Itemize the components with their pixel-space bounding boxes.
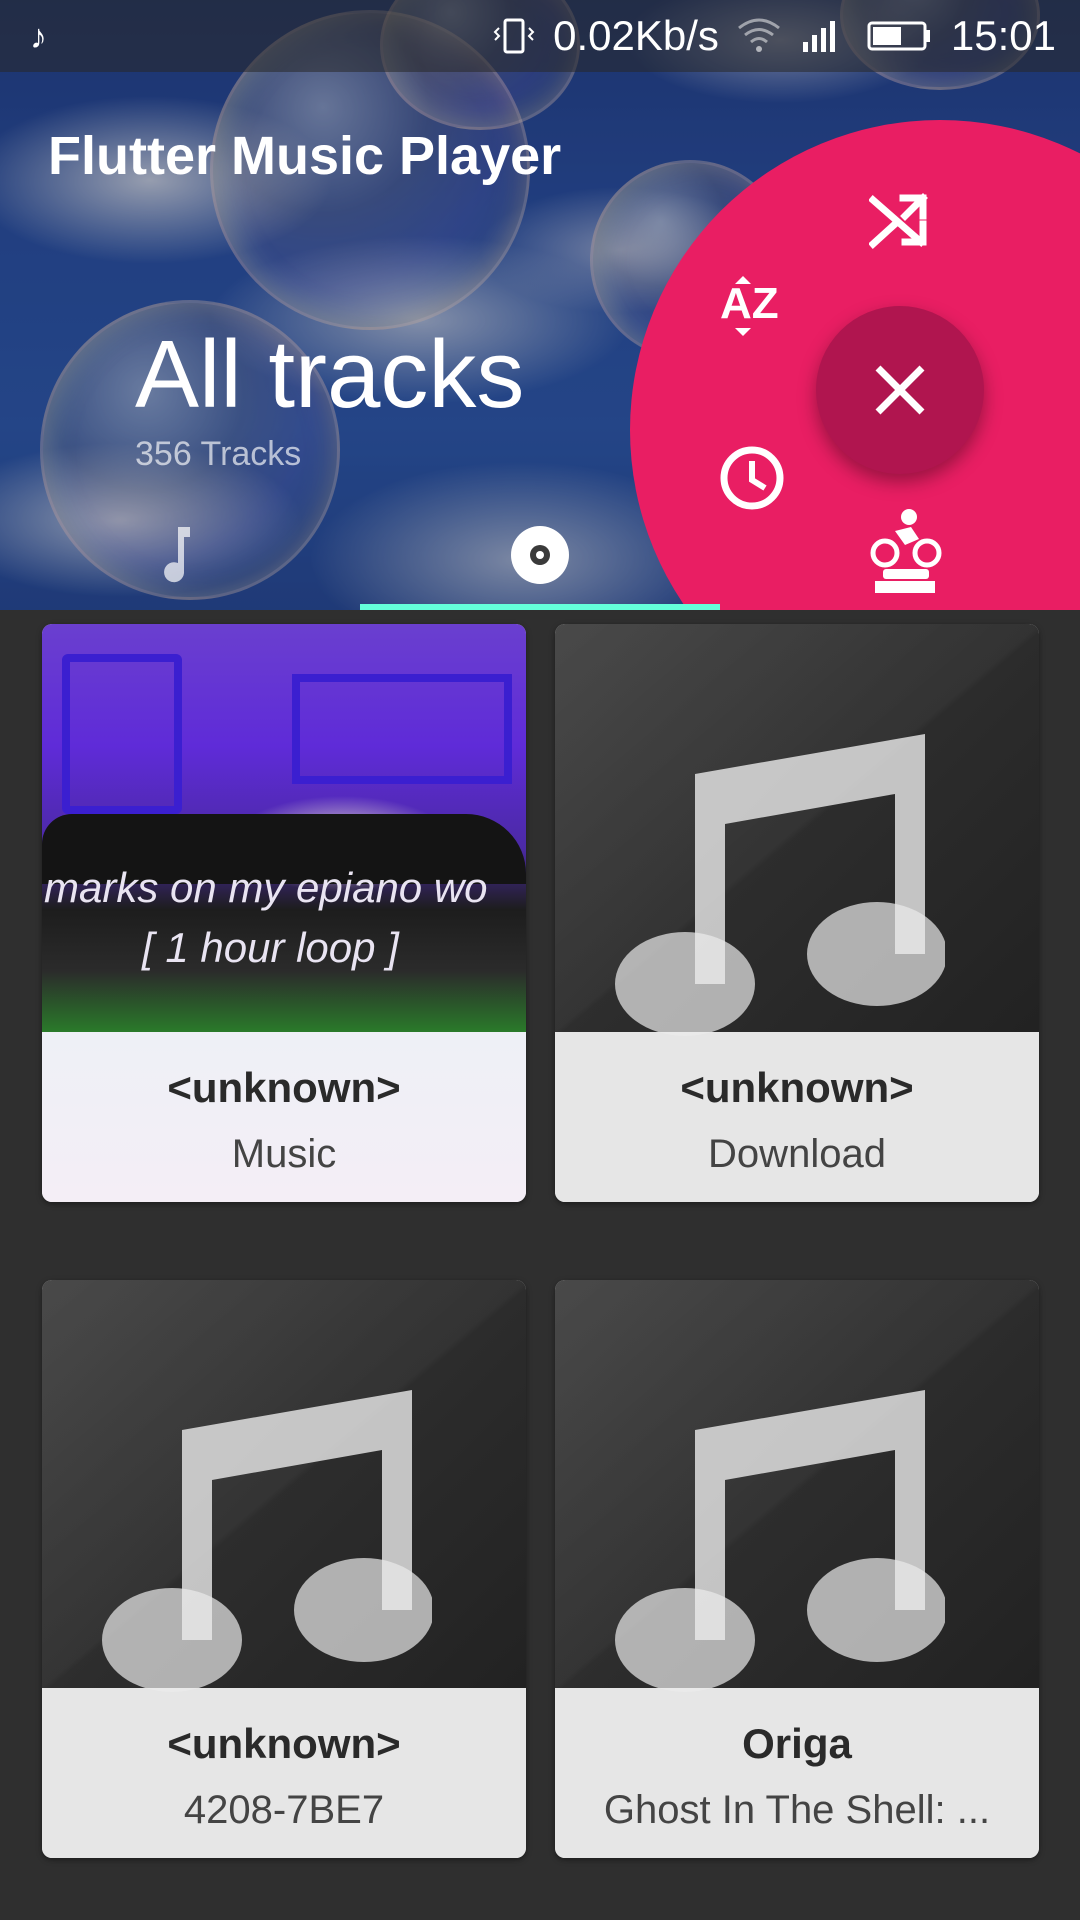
close-fab-button[interactable] (816, 306, 984, 474)
music-note-icon (102, 1390, 432, 1692)
screen: { "status_bar": { "notification_icon": "… (0, 0, 1080, 1920)
album-info: <unknown> Download (555, 1032, 1039, 1202)
art-desk-shape (292, 674, 512, 784)
album-card[interactable]: Origa Ghost In The Shell: ... (555, 1280, 1039, 1858)
album-title: <unknown> (680, 1064, 914, 1111)
album-art: marks on my epiano wo [ 1 hour loop ] (42, 624, 526, 1032)
album-card[interactable]: <unknown> 4208-7BE7 (42, 1280, 526, 1858)
art-chair-shape (62, 654, 182, 814)
shuffle-button[interactable] (860, 180, 940, 260)
fab-menu-clip: AZ (0, 0, 1080, 610)
album-card[interactable]: <unknown> Download (555, 624, 1039, 1202)
album-info: <unknown> 4208-7BE7 (42, 1688, 526, 1858)
shuffle-icon (869, 193, 928, 249)
sort-az-button[interactable]: AZ (710, 265, 800, 345)
recent-clock-icon (720, 446, 784, 510)
sort-az-icon: AZ (720, 276, 779, 336)
album-subtitle: 4208-7BE7 (183, 1788, 385, 1832)
album-subtitle: Ghost In The Shell: ... (603, 1788, 991, 1832)
album-info: Origa Ghost In The Shell: ... (555, 1688, 1039, 1858)
svg-text:AZ: AZ (720, 279, 779, 328)
album-subtitle: Download (708, 1132, 886, 1176)
music-note-icon (615, 734, 945, 1036)
album-title: <unknown> (167, 1720, 401, 1767)
album-title: <unknown> (167, 1064, 401, 1111)
album-title: Origa (742, 1720, 852, 1767)
album-art-text: [ 1 hour loop ] (142, 924, 399, 971)
album-grid: marks on my epiano wo [ 1 hour loop ] <u… (0, 610, 1080, 1920)
artists-button[interactable] (860, 500, 950, 600)
artist-icon (870, 509, 942, 593)
album-art-text: marks on my epiano wo (44, 864, 488, 911)
album-subtitle: Music (231, 1132, 337, 1176)
recently-played-button[interactable] (712, 438, 792, 518)
album-card[interactable]: marks on my epiano wo [ 1 hour loop ] <u… (42, 624, 526, 1202)
close-icon (875, 365, 925, 415)
album-info: <unknown> Music (42, 1032, 526, 1202)
music-note-icon (615, 1390, 945, 1692)
